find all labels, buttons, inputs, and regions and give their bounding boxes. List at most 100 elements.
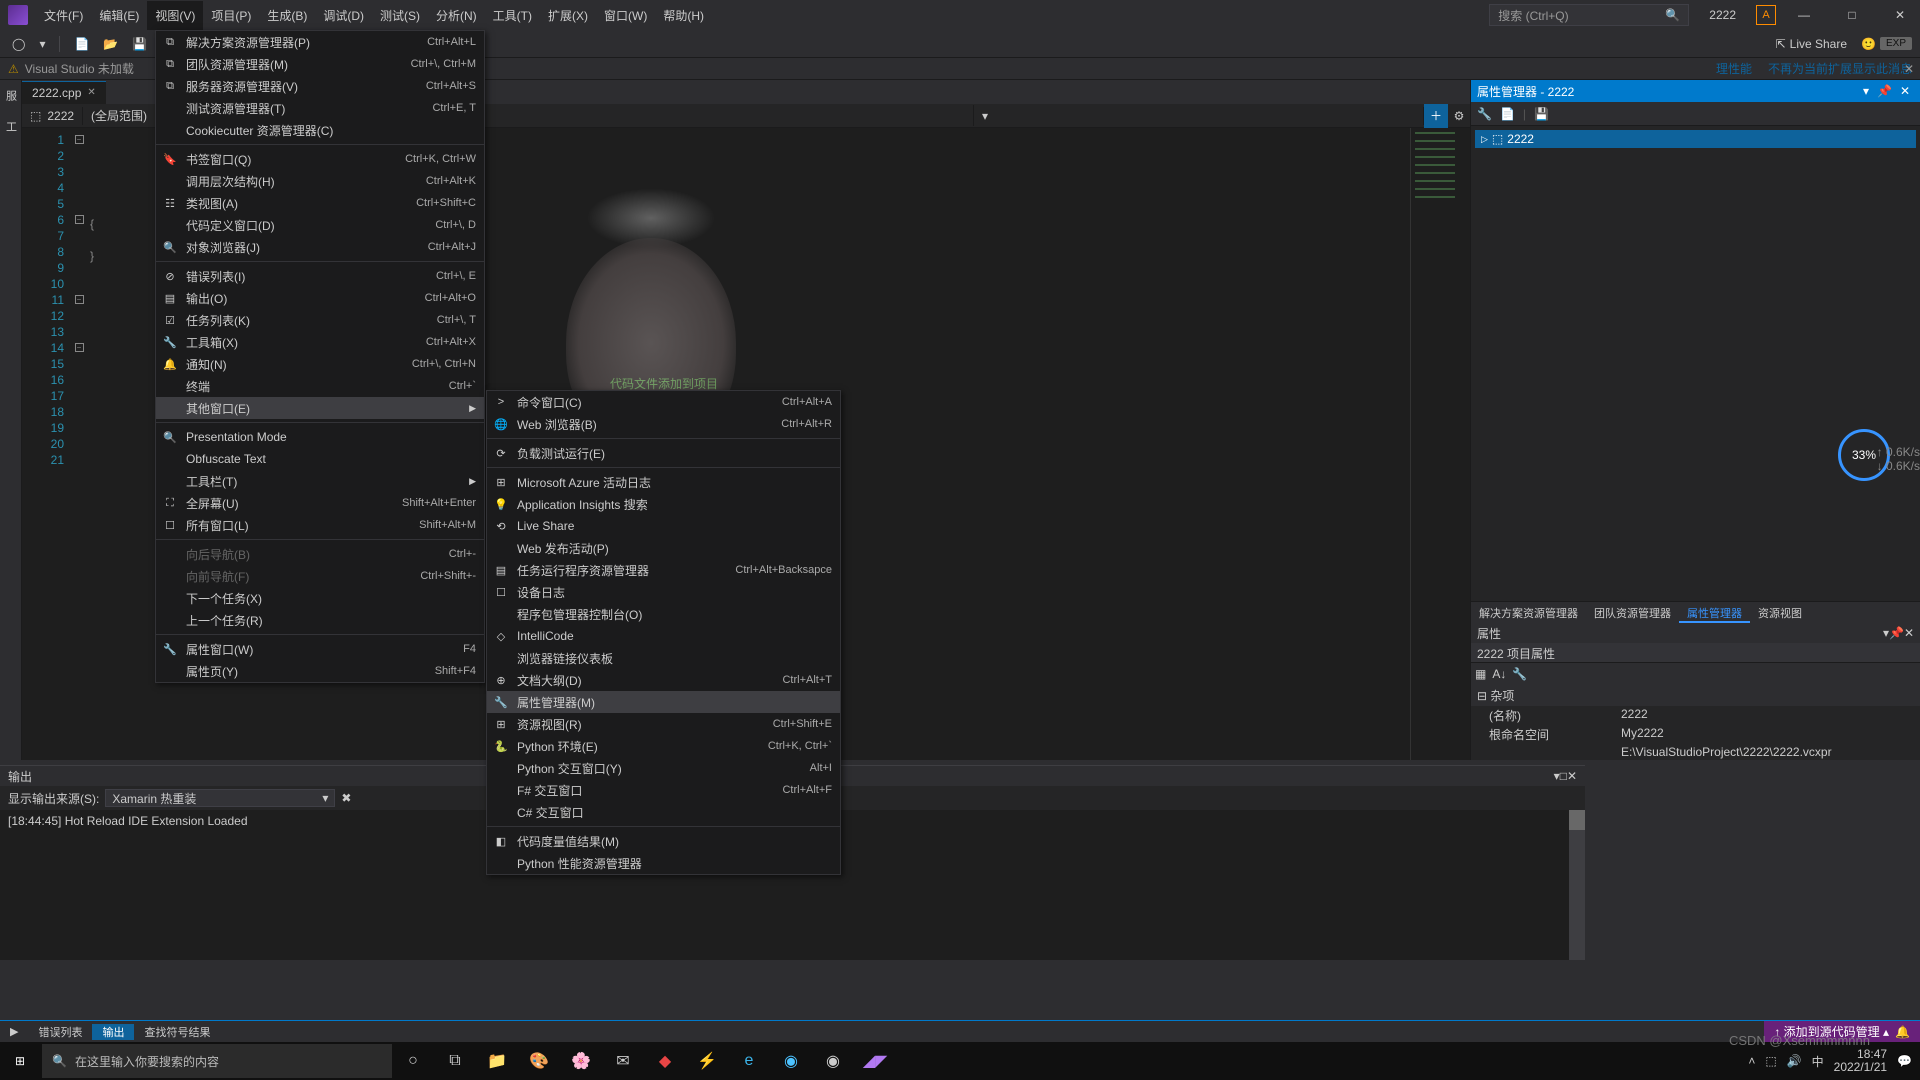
properties-selector[interactable]: 2222 项目属性 (1471, 643, 1920, 663)
menu-item[interactable]: 测试资源管理器(T)Ctrl+E, T (156, 97, 484, 119)
menu-item[interactable]: 🔧属性管理器(M) (487, 691, 840, 713)
menu-view[interactable]: 视图(V) (147, 1, 203, 30)
todo-icon[interactable]: ◆ (644, 1042, 686, 1080)
menu-item[interactable]: 🌐Web 浏览器(B)Ctrl+Alt+R (487, 413, 840, 435)
open-icon[interactable]: 📂 (99, 35, 122, 53)
explorer-icon[interactable]: 📁 (476, 1042, 518, 1080)
output-source-combo[interactable]: Xamarin 热重装▾ (105, 789, 335, 807)
clock[interactable]: 18:472022/1/21 (1834, 1048, 1887, 1074)
menu-item[interactable]: ⟳负载测试运行(E) (487, 442, 840, 464)
menu-item[interactable]: Obfuscate Text (156, 448, 484, 470)
menu-file[interactable]: 文件(F) (36, 1, 91, 30)
tab-team-explorer[interactable]: 团队资源管理器 (1586, 602, 1679, 623)
add-sheet-icon[interactable]: 📄 (1500, 107, 1515, 121)
menu-item[interactable]: ☑任务列表(K)Ctrl+\, T (156, 309, 484, 331)
nav-type[interactable]: ▾ (974, 107, 1424, 125)
menu-item[interactable]: 属性页(Y)Shift+F4 (156, 660, 484, 682)
search-box[interactable]: 搜索 (Ctrl+Q) 🔍 (1489, 4, 1689, 26)
menu-item[interactable]: ☷类视图(A)Ctrl+Shift+C (156, 192, 484, 214)
tab-solution-explorer[interactable]: 解决方案资源管理器 (1471, 602, 1586, 623)
menu-build[interactable]: 生成(B) (259, 1, 315, 30)
save-icon[interactable]: 💾 (1534, 107, 1549, 121)
menu-item[interactable]: F# 交互窗口Ctrl+Alt+F (487, 779, 840, 801)
settings-icon[interactable]: ⚙ (1448, 109, 1470, 123)
menu-item[interactable]: 代码定义窗口(D)Ctrl+\, D (156, 214, 484, 236)
panel-close-icon[interactable]: ✕ (1896, 84, 1914, 98)
menu-item[interactable]: ⊞Microsoft Azure 活动日志 (487, 471, 840, 493)
menu-item[interactable]: Python 交互窗口(Y)Alt+I (487, 757, 840, 779)
status-tab-find[interactable]: 查找符号结果 (134, 1024, 220, 1040)
expand-icon[interactable]: ▷ (1481, 134, 1488, 145)
status-tab-output[interactable]: 输出 (92, 1024, 134, 1040)
tab-close-icon[interactable]: ✕ (87, 87, 95, 98)
visual-studio-icon[interactable]: ◢◤ (854, 1042, 896, 1080)
tab-resource-view[interactable]: 资源视图 (1750, 602, 1810, 623)
menu-item[interactable]: 上一个任务(R) (156, 609, 484, 631)
menu-item[interactable]: 🔍Presentation Mode (156, 426, 484, 448)
new-project-icon[interactable]: 📄 (70, 35, 93, 53)
categorize-icon[interactable]: ▦ (1475, 667, 1486, 681)
panel-dropdown-icon[interactable]: ▾ (1859, 84, 1873, 98)
menu-item[interactable]: ⧉团队资源管理器(M)Ctrl+\, Ctrl+M (156, 53, 484, 75)
menu-item[interactable]: ☐所有窗口(L)Shift+Alt+M (156, 514, 484, 536)
menu-tools[interactable]: 工具(T) (485, 1, 540, 30)
cortana-icon[interactable]: ○ (392, 1042, 434, 1080)
task-view-icon[interactable]: ⧉ (434, 1042, 476, 1080)
menu-item[interactable]: 🐍Python 环境(E)Ctrl+K, Ctrl+` (487, 735, 840, 757)
menu-item[interactable]: Python 性能资源管理器 (487, 852, 840, 874)
menu-item[interactable]: Cookiecutter 资源管理器(C) (156, 119, 484, 141)
paint-icon[interactable]: 🎨 (518, 1042, 560, 1080)
menu-item[interactable]: 🔧属性窗口(W)F4 (156, 638, 484, 660)
menu-item[interactable]: ▤任务运行程序资源管理器Ctrl+Alt+Backsapce (487, 559, 840, 581)
tree-item[interactable]: ▷ ⬚ 2222 (1475, 130, 1916, 148)
app-icon[interactable]: ⚡ (686, 1042, 728, 1080)
panel-maximize-icon[interactable]: □ (1560, 769, 1567, 783)
menu-item[interactable]: ⧉服务器资源管理器(V)Ctrl+Alt+S (156, 75, 484, 97)
start-button[interactable]: ⊞ (0, 1042, 40, 1080)
property-row[interactable]: (名称)2222 (1471, 706, 1920, 725)
menu-help[interactable]: 帮助(H) (655, 1, 712, 30)
menu-item[interactable]: 终端Ctrl+` (156, 375, 484, 397)
menu-item[interactable]: 调用层次结构(H)Ctrl+Alt+K (156, 170, 484, 192)
tab-property-manager[interactable]: 属性管理器 (1679, 602, 1750, 623)
tray-ime-icon[interactable]: 中 (1812, 1053, 1824, 1070)
menu-item[interactable]: 程序包管理器控制台(O) (487, 603, 840, 625)
nav-scope[interactable]: ⬚ 2222 (22, 107, 83, 125)
menu-item[interactable]: ◧代码度量值结果(M) (487, 830, 840, 852)
wrench-icon[interactable]: 🔧 (1512, 667, 1527, 681)
panel-close-icon[interactable]: ✕ (1904, 626, 1914, 640)
status-tab-errors[interactable]: 错误列表 (28, 1024, 92, 1040)
menu-item[interactable]: ⧉解决方案资源管理器(P)Ctrl+Alt+L (156, 31, 484, 53)
liveshare-icon[interactable]: ⇱ (1776, 37, 1786, 51)
bell-icon[interactable]: 🔔 (1895, 1025, 1910, 1039)
fold-icon[interactable]: − (75, 215, 84, 224)
liveshare-label[interactable]: Live Share (1790, 37, 1847, 51)
mail-icon[interactable]: ✉ (602, 1042, 644, 1080)
menu-debug[interactable]: 调试(D) (315, 1, 372, 30)
panel-close-icon[interactable]: ✕ (1567, 769, 1577, 783)
windows-search[interactable]: 🔍 在这里输入你要搜索的内容 (42, 1044, 392, 1078)
fold-icon[interactable]: − (75, 295, 84, 304)
menu-window[interactable]: 窗口(W) (596, 1, 655, 30)
nav-back-icon[interactable]: ◯ (8, 35, 29, 53)
menu-item[interactable]: 浏览器链接仪表板 (487, 647, 840, 669)
save-icon[interactable]: 💾 (128, 35, 151, 53)
close-button[interactable]: ✕ (1880, 0, 1920, 30)
menu-item[interactable]: 🔧工具箱(X)Ctrl+Alt+X (156, 331, 484, 353)
menu-item[interactable]: ⟲Live Share (487, 515, 840, 537)
panel-pin-icon[interactable]: 📌 (1889, 626, 1904, 640)
property-row[interactable]: 根命名空间My2222 (1471, 725, 1920, 744)
menu-item[interactable]: ⛶全屏幕(U)Shift+Alt+Enter (156, 492, 484, 514)
edge-icon[interactable]: ◉ (770, 1042, 812, 1080)
menu-item[interactable]: ▤输出(O)Ctrl+Alt+O (156, 287, 484, 309)
menu-item[interactable]: 其他窗口(E)▶ (156, 397, 484, 419)
menu-edit[interactable]: 编辑(E) (91, 1, 147, 30)
alpha-sort-icon[interactable]: A↓ (1492, 667, 1506, 681)
fold-icon[interactable]: − (75, 135, 84, 144)
menu-extensions[interactable]: 扩展(X) (540, 1, 596, 30)
notification-link-2[interactable]: 不再为当前扩展显示此消息 (1768, 60, 1912, 77)
menu-item[interactable]: ⊘错误列表(I)Ctrl+\, E (156, 265, 484, 287)
menu-test[interactable]: 测试(S) (372, 1, 428, 30)
menu-item[interactable]: >命令窗口(C)Ctrl+Alt+A (487, 391, 840, 413)
rail-tab-toolbox[interactable]: 工 (1, 115, 21, 138)
